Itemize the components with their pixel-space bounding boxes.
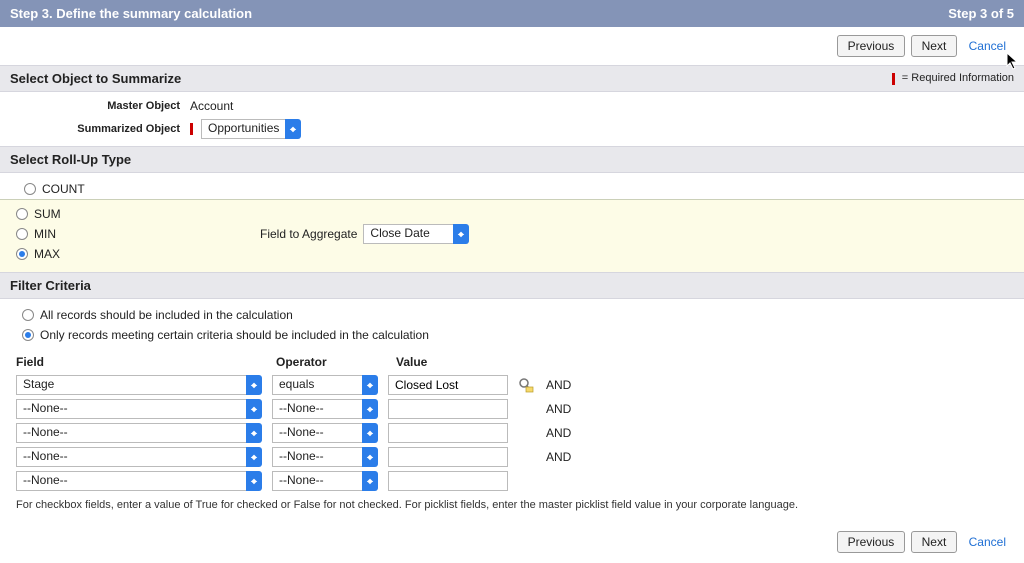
criteria-field-select[interactable]: --None--	[16, 447, 262, 467]
criteria-col-value: Value	[396, 355, 536, 369]
next-button[interactable]: Next	[911, 35, 958, 57]
master-object-row: Master Object Account	[0, 96, 1024, 116]
section-title-rollup: Select Roll-Up Type	[10, 152, 131, 167]
wizard-header: Step 3. Define the summary calculation S…	[0, 0, 1024, 27]
section-title-filter: Filter Criteria	[10, 278, 91, 293]
criteria-row: --None-- --None-- AND	[16, 421, 1014, 445]
cancel-link[interactable]: Cancel	[961, 532, 1014, 552]
radio-icon	[24, 183, 36, 195]
radio-icon	[16, 248, 28, 260]
criteria-value-input[interactable]	[388, 375, 508, 395]
dropdown-caret-icon	[362, 399, 378, 419]
summarized-object-select[interactable]: Opportunities	[201, 119, 301, 139]
section-title-object: Select Object to Summarize	[10, 71, 181, 86]
previous-button[interactable]: Previous	[837, 531, 906, 553]
lookup-icon[interactable]	[518, 377, 534, 393]
section-body-filter: All records should be included in the ca…	[0, 299, 1024, 521]
dropdown-caret-icon	[362, 447, 378, 467]
filter-option-criteria[interactable]: Only records meeting certain criteria sh…	[10, 325, 1014, 345]
field-to-aggregate-select[interactable]: Close Date	[363, 224, 469, 244]
criteria-and-label: AND	[538, 426, 588, 440]
criteria-field-select[interactable]: --None--	[16, 471, 262, 491]
section-body-object: Master Object Account Summarized Object …	[0, 92, 1024, 146]
criteria-operator-select[interactable]: --None--	[272, 471, 378, 491]
radio-icon	[22, 309, 34, 321]
section-body-rollup: COUNT SUM MIN MAX Field to Aggregate	[0, 173, 1024, 272]
dropdown-caret-icon	[246, 471, 262, 491]
cancel-link[interactable]: Cancel	[961, 36, 1014, 56]
criteria-operator-select[interactable]: equals	[272, 375, 378, 395]
filter-option-all[interactable]: All records should be included in the ca…	[10, 305, 1014, 325]
section-header-rollup: Select Roll-Up Type	[0, 146, 1024, 173]
dropdown-caret-icon	[362, 471, 378, 491]
criteria-row: --None-- --None-- AND	[16, 445, 1014, 469]
criteria-field-select[interactable]: --None--	[16, 423, 262, 443]
previous-button[interactable]: Previous	[837, 35, 906, 57]
master-object-label: Master Object	[10, 100, 190, 112]
dropdown-caret-icon	[246, 447, 262, 467]
dropdown-caret-icon	[285, 119, 301, 139]
rollup-option-min[interactable]: MIN	[10, 224, 260, 244]
dropdown-caret-icon	[453, 224, 469, 244]
section-header-object: Select Object to Summarize = Required In…	[0, 65, 1024, 92]
criteria-help-text: For checkbox fields, enter a value of Tr…	[16, 493, 1014, 511]
required-bar-icon	[892, 73, 895, 85]
criteria-operator-select[interactable]: --None--	[272, 399, 378, 419]
criteria-value-input[interactable]	[388, 471, 508, 491]
criteria-and-label: AND	[538, 378, 588, 392]
criteria-operator-select[interactable]: --None--	[272, 447, 378, 467]
criteria-field-select[interactable]: Stage	[16, 375, 262, 395]
field-to-aggregate-label: Field to Aggregate	[260, 227, 363, 241]
next-button[interactable]: Next	[911, 531, 958, 553]
criteria-row: Stage equals AND	[16, 373, 1014, 397]
dropdown-caret-icon	[246, 423, 262, 443]
rollup-option-sum[interactable]: SUM	[10, 204, 260, 224]
criteria-col-operator: Operator	[276, 355, 396, 369]
dropdown-caret-icon	[246, 399, 262, 419]
dropdown-caret-icon	[362, 423, 378, 443]
button-bar-bottom: Previous Next Cancel	[0, 521, 1024, 563]
button-bar-top: Previous Next Cancel	[0, 27, 1024, 65]
rollup-option-max[interactable]: MAX	[10, 244, 260, 264]
required-info-hint: = Required Information	[892, 72, 1014, 84]
criteria-col-field: Field	[16, 355, 276, 369]
wizard-title: Step 3. Define the summary calculation	[10, 6, 252, 21]
dropdown-caret-icon	[362, 375, 378, 395]
radio-icon	[16, 228, 28, 240]
criteria-and-label: AND	[538, 402, 588, 416]
criteria-and-label: AND	[538, 450, 588, 464]
master-object-value: Account	[190, 99, 233, 113]
required-bar-icon	[190, 123, 193, 135]
summarized-object-row: Summarized Object Opportunities	[0, 116, 1024, 142]
radio-icon	[16, 208, 28, 220]
criteria-table: Field Operator Value StageequalsAND--Non…	[10, 345, 1014, 511]
criteria-field-select[interactable]: --None--	[16, 399, 262, 419]
criteria-operator-select[interactable]: --None--	[272, 423, 378, 443]
criteria-value-input[interactable]	[388, 423, 508, 443]
criteria-value-input[interactable]	[388, 399, 508, 419]
wizard-step-indicator: Step 3 of 5	[948, 6, 1014, 21]
section-header-filter: Filter Criteria	[0, 272, 1024, 299]
criteria-row: --None-- --None-- AND	[16, 397, 1014, 421]
radio-icon	[22, 329, 34, 341]
rollup-option-count[interactable]: COUNT	[18, 179, 1006, 199]
dropdown-caret-icon	[246, 375, 262, 395]
summarized-object-label: Summarized Object	[10, 123, 190, 135]
criteria-value-input[interactable]	[388, 447, 508, 467]
criteria-row: --None-- --None--	[16, 469, 1014, 493]
